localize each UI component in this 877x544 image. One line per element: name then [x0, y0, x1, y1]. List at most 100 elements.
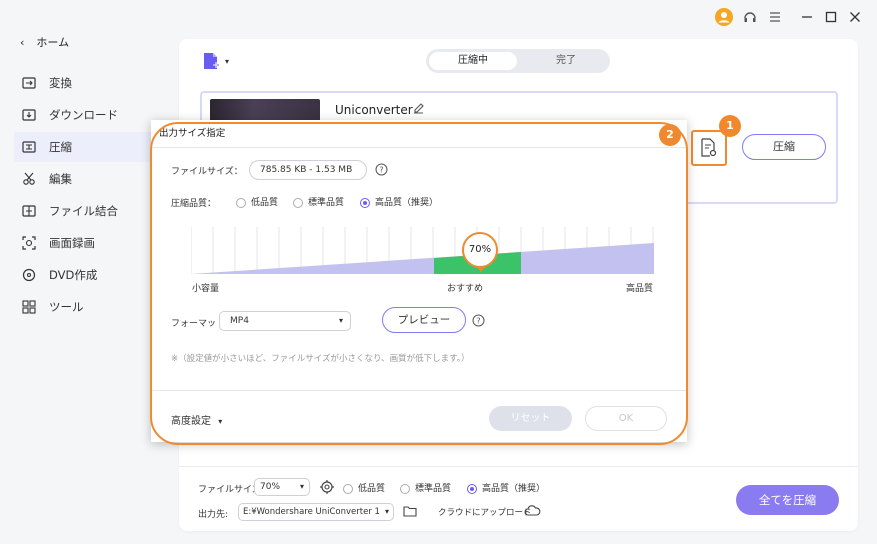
radio-standard[interactable] — [400, 483, 410, 494]
quality-option-label: 標準品質 — [308, 198, 345, 208]
tab-done[interactable]: 完了 — [522, 52, 610, 70]
chevron-left-icon: ‹ — [20, 35, 25, 49]
advanced-settings-label: 高度設定 — [171, 416, 211, 427]
svg-text:?: ? — [379, 166, 383, 175]
compress-all-button[interactable]: 全てを圧縮 — [736, 485, 839, 515]
dvd-icon — [21, 267, 37, 283]
output-path-select[interactable]: E:¥Wondershare UniConverter 1 ▾ — [238, 503, 394, 521]
help-icon[interactable]: ? — [472, 314, 485, 327]
slider-label-recommended: おすすめ — [447, 284, 484, 294]
bottom-quality-standard[interactable]: 標準品質 — [400, 481, 451, 494]
radio-high[interactable] — [467, 483, 477, 494]
chevron-down-icon: ▾ — [338, 316, 343, 325]
bottom-quality-low[interactable]: 低品質 — [343, 481, 385, 494]
chevron-down-icon: ▾ — [382, 504, 389, 520]
quality-slider[interactable] — [191, 227, 656, 277]
sidebar-item-download[interactable]: ダウンロード — [14, 100, 164, 130]
radio-low[interactable] — [343, 483, 353, 494]
compress-settings-button[interactable] — [691, 130, 727, 166]
sidebar-item-label: ダウンロード — [49, 108, 118, 122]
quality-option-high[interactable]: 高品質（推奨） — [360, 195, 438, 208]
radio-low[interactable] — [236, 197, 246, 208]
merge-icon — [21, 203, 37, 219]
status-segmented-control: 圧縮中 完了 — [426, 49, 610, 73]
quality-label: 圧縮品質： — [171, 199, 217, 209]
chevron-down-icon: ▾ — [225, 56, 230, 66]
rename-icon[interactable] — [412, 102, 425, 115]
maximize-icon[interactable] — [822, 8, 840, 26]
file-name: Uniconverter — [335, 103, 413, 117]
slider-handle[interactable]: 70% — [462, 232, 498, 268]
reset-button[interactable]: リセット — [489, 406, 572, 431]
minimize-icon[interactable] — [798, 8, 816, 26]
edit-icon — [21, 171, 37, 187]
add-file-icon — [204, 53, 219, 69]
sidebar-item-label: ファイル結合 — [49, 204, 118, 218]
bottom-quality-high[interactable]: 高品質（推奨） — [467, 481, 545, 494]
back-home-button[interactable]: ‹ ホーム — [20, 34, 69, 50]
quality-option-label: 高品質（推奨） — [482, 484, 546, 494]
compress-settings-icon[interactable] — [320, 480, 334, 494]
sidebar-item-label: 変換 — [49, 76, 72, 90]
dialog-footer-divider — [151, 390, 687, 391]
tools-icon — [21, 299, 37, 315]
format-value: MP4 — [230, 316, 249, 326]
slider-percent: 70% — [468, 244, 492, 255]
sidebar-item-label: ツール — [49, 300, 84, 314]
compress-icon — [21, 139, 37, 155]
compress-button[interactable]: 圧縮 — [742, 134, 826, 160]
chevron-down-icon: ▾ — [299, 482, 304, 491]
ok-button[interactable]: OK — [585, 406, 667, 431]
quality-option-standard[interactable]: 標準品質 — [293, 195, 344, 208]
help-icon[interactable]: ? — [375, 163, 388, 176]
slider-label-high: 高品質 — [626, 284, 654, 294]
quality-option-label: 標準品質 — [415, 484, 452, 494]
radio-high[interactable] — [360, 197, 370, 208]
close-icon[interactable] — [846, 8, 864, 26]
output-size-dialog: 出力サイズ指定 ファイルサイズ： 785.85 KB - 1.53 MB ? 圧… — [151, 120, 687, 442]
size-note: ※（設定値が小さいほど、ファイルサイズが小さくなり、画質が低下します。） — [171, 354, 470, 364]
sidebar-item-merge[interactable]: ファイル結合 — [14, 196, 164, 226]
file-settings-icon — [701, 138, 717, 157]
sidebar-item-edit[interactable]: 編集 — [14, 164, 164, 194]
preview-button[interactable]: プレビュー — [382, 307, 466, 333]
output-path-label: 出力先: — [198, 510, 229, 520]
avatar-icon[interactable] — [715, 8, 733, 26]
cloud-icon[interactable] — [524, 505, 541, 517]
format-select[interactable]: MP4 ▾ — [219, 311, 351, 331]
radio-standard[interactable] — [293, 197, 303, 208]
cloud-upload-label: クラウドにアップロード — [438, 508, 532, 518]
bottom-filesize-select[interactable]: 70% ▾ — [254, 478, 310, 496]
back-home-label: ホーム — [36, 36, 70, 49]
filesize-label: ファイルサイズ： — [171, 167, 243, 177]
sidebar-item-record[interactable]: 画面録画 — [14, 228, 164, 258]
record-icon — [21, 235, 37, 251]
sidebar-item-tools[interactable]: ツール — [14, 292, 164, 322]
menu-icon[interactable] — [766, 8, 784, 26]
dialog-title: 出力サイズ指定 — [151, 120, 687, 148]
sidebar-item-label: DVD作成 — [49, 268, 98, 282]
sidebar-item-label: 編集 — [49, 172, 72, 186]
download-icon — [21, 107, 37, 123]
svg-text:?: ? — [476, 317, 480, 326]
quality-option-label: 低品質 — [251, 198, 279, 208]
slider-label-small: 小容量 — [192, 284, 220, 294]
headset-icon[interactable] — [741, 8, 759, 26]
slider-area — [191, 243, 654, 274]
chevron-down-icon: ▾ — [218, 417, 223, 426]
step-badge-2: 2 — [659, 124, 681, 146]
slider-handle-pointer — [476, 266, 486, 272]
quality-option-low[interactable]: 低品質 — [236, 195, 278, 208]
filesize-field[interactable]: 785.85 KB - 1.53 MB — [249, 160, 367, 180]
sidebar-item-compress[interactable]: 圧縮 — [14, 132, 164, 162]
folder-icon[interactable] — [403, 505, 417, 517]
sidebar-item-label: 画面録画 — [49, 236, 95, 250]
convert-icon — [21, 75, 37, 91]
sidebar-item-dvd[interactable]: DVD作成 — [14, 260, 164, 290]
sidebar-item-convert[interactable]: 変換 — [14, 68, 164, 98]
tab-compressing[interactable]: 圧縮中 — [429, 52, 517, 70]
sidebar-item-label: 圧縮 — [49, 140, 72, 154]
advanced-settings-toggle[interactable]: 高度設定 ▾ — [171, 412, 222, 427]
step-badge-1: 1 — [719, 115, 741, 137]
add-file-button[interactable]: ▾ — [201, 51, 229, 71]
